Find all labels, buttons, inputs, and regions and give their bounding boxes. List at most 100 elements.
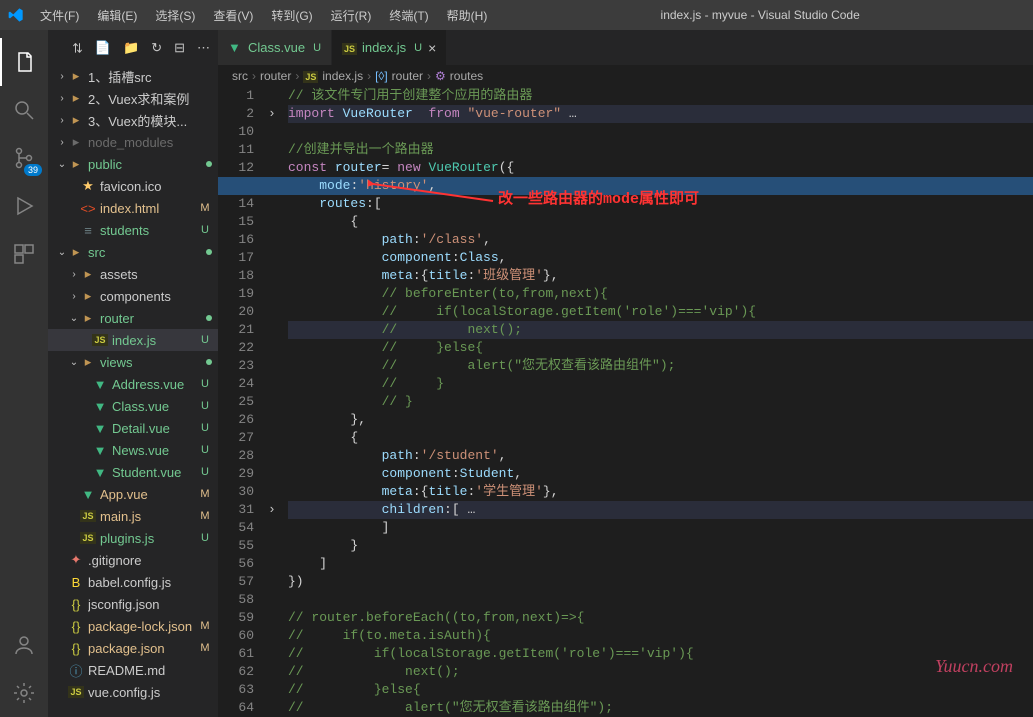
source-control-icon[interactable]: 39 <box>0 134 48 182</box>
chevron-icon[interactable]: ⌄ <box>56 247 68 258</box>
menu-item[interactable]: 查看(V) <box>205 5 261 26</box>
tree-label: package.json <box>88 641 198 656</box>
refresh-icon[interactable]: ↻ <box>151 40 162 56</box>
code-content[interactable]: // 该文件专门用于创建整个应用的路由器import VueRouter fro… <box>288 87 1033 717</box>
code-editor[interactable]: 1210111213141516171819202122232425262728… <box>218 87 1033 717</box>
tree-item[interactable]: › ▸ components <box>48 285 218 307</box>
tree-label: 3、Vuex的模块... <box>88 111 212 130</box>
tree-item[interactable]: › ▸ assets <box>48 263 218 285</box>
menu-item[interactable]: 选择(S) <box>147 5 203 26</box>
line-numbers: 1210111213141516171819202122232425262728… <box>218 87 268 717</box>
tree-item[interactable]: › ▸ 1、插槽src <box>48 65 218 87</box>
file-icon: ▼ <box>92 443 108 458</box>
tree-item[interactable]: JS vue.config.js <box>48 681 218 703</box>
tree-label: 2、Vuex求和案例 <box>88 89 212 108</box>
tree-item[interactable]: ▼ App.vue M <box>48 483 218 505</box>
tree-item[interactable]: › ▸ 3、Vuex的模块... <box>48 109 218 131</box>
tree-item[interactable]: ⌄ ▸ public <box>48 153 218 175</box>
tree-item[interactable]: ▼ Address.vue U <box>48 373 218 395</box>
editor-tab[interactable]: ▼ Class.vue U <box>218 30 332 65</box>
tree-label: Student.vue <box>112 465 198 480</box>
file-icon: ▸ <box>68 244 84 260</box>
tree-item[interactable]: JS plugins.js U <box>48 527 218 549</box>
file-icon: ▸ <box>80 354 96 370</box>
tree-label: babel.config.js <box>88 575 212 590</box>
file-icon: ▸ <box>68 112 84 128</box>
chevron-icon[interactable]: › <box>56 137 68 148</box>
breadcrumb-icon: [◊] <box>375 69 388 83</box>
tree-item[interactable]: ▼ Student.vue U <box>48 461 218 483</box>
run-debug-icon[interactable] <box>0 182 48 230</box>
tree-item[interactable]: ⌄ ▸ src <box>48 241 218 263</box>
menu-item[interactable]: 终端(T) <box>381 5 436 26</box>
collapse-all-icon[interactable]: ⊟ <box>174 40 185 56</box>
titlebar: 文件(F)编辑(E)选择(S)查看(V)转到(G)运行(R)终端(T)帮助(H)… <box>0 0 1033 30</box>
breadcrumb-item[interactable]: router <box>392 69 423 83</box>
tree-label: src <box>88 245 202 260</box>
breadcrumb-item[interactable]: router <box>260 69 291 83</box>
close-icon[interactable]: × <box>428 40 436 56</box>
tree-item[interactable]: ▼ Detail.vue U <box>48 417 218 439</box>
tree-item[interactable]: {} package.json M <box>48 637 218 659</box>
menu-item[interactable]: 转到(G) <box>263 5 320 26</box>
tree-label: index.html <box>100 201 198 216</box>
tree-label: News.vue <box>112 443 198 458</box>
chevron-icon[interactable]: › <box>56 93 68 104</box>
tree-item[interactable]: › ▸ 2、Vuex求和案例 <box>48 87 218 109</box>
file-icon: ▼ <box>92 421 108 436</box>
settings-gear-icon[interactable] <box>0 669 48 717</box>
search-icon[interactable] <box>0 86 48 134</box>
tree-item[interactable]: {} jsconfig.json <box>48 593 218 615</box>
tree-label: package-lock.json <box>88 619 198 634</box>
menu-item[interactable]: 文件(F) <box>32 5 87 26</box>
extensions-icon[interactable] <box>0 230 48 278</box>
chevron-icon[interactable]: ⌄ <box>68 313 80 324</box>
chevron-icon[interactable]: › <box>68 291 80 302</box>
tree-item[interactable]: {} package-lock.json M <box>48 615 218 637</box>
tree-item[interactable]: JS index.js U <box>48 329 218 351</box>
breadcrumb-icon: JS <box>303 69 318 83</box>
more-icon[interactable]: ⋯ <box>197 40 210 56</box>
window-title: index.js - myvue - Visual Studio Code <box>495 8 1025 22</box>
tree-item[interactable]: JS main.js M <box>48 505 218 527</box>
chevron-icon[interactable]: › <box>56 71 68 82</box>
breadcrumb-item[interactable]: src <box>232 69 248 83</box>
chevron-icon[interactable]: ⌄ <box>56 159 68 170</box>
file-icon: {} <box>68 619 84 634</box>
new-folder-icon[interactable]: 📁 <box>123 40 139 56</box>
tree-label: views <box>100 355 202 370</box>
chevron-icon[interactable]: ⌄ <box>68 357 80 368</box>
menu-item[interactable]: 运行(R) <box>323 5 380 26</box>
editor-tab[interactable]: JS index.js U × <box>332 30 447 65</box>
tree-label: Address.vue <box>112 377 198 392</box>
menu-item[interactable]: 编辑(E) <box>89 5 145 26</box>
tree-label: Detail.vue <box>112 421 198 436</box>
tree-item[interactable]: ✦ .gitignore <box>48 549 218 571</box>
chevron-icon[interactable]: › <box>68 269 80 280</box>
chevron-icon[interactable]: › <box>56 115 68 126</box>
menu-item[interactable]: 帮助(H) <box>439 5 496 26</box>
tree-item[interactable]: B babel.config.js <box>48 571 218 593</box>
file-tree[interactable]: › ▸ 1、插槽src › ▸ 2、Vuex求和案例 › ▸ 3、Vuex的模块… <box>48 65 218 717</box>
tree-item[interactable]: ★ favicon.ico <box>48 175 218 197</box>
tree-item[interactable]: ⌄ ▸ router <box>48 307 218 329</box>
tree-item[interactable]: ▼ News.vue U <box>48 439 218 461</box>
tree-label: assets <box>100 267 212 282</box>
tree-item[interactable]: ⌄ ▸ views <box>48 351 218 373</box>
explorer-icon[interactable] <box>0 38 48 86</box>
toggle-view-icon[interactable]: ⇄ <box>69 42 85 53</box>
tree-item[interactable]: ≡ students U <box>48 219 218 241</box>
breadcrumb-item[interactable]: routes <box>450 69 483 83</box>
file-icon: JS <box>80 532 96 544</box>
tree-item[interactable]: ▼ Class.vue U <box>48 395 218 417</box>
tree-item[interactable]: › ▸ node_modules <box>48 131 218 153</box>
account-icon[interactable] <box>0 621 48 669</box>
fold-gutter[interactable]: ›› <box>268 87 288 717</box>
file-icon: ⓘ <box>68 661 84 680</box>
tree-item[interactable]: <> index.html M <box>48 197 218 219</box>
breadcrumbs[interactable]: src› router› JS index.js› [◊] router› ⚙ … <box>218 65 1033 87</box>
tree-item[interactable]: ⓘ README.md <box>48 659 218 681</box>
new-file-icon[interactable]: 📄 <box>95 40 111 56</box>
breadcrumb-item[interactable]: index.js <box>322 69 363 83</box>
tree-label: main.js <box>100 509 198 524</box>
